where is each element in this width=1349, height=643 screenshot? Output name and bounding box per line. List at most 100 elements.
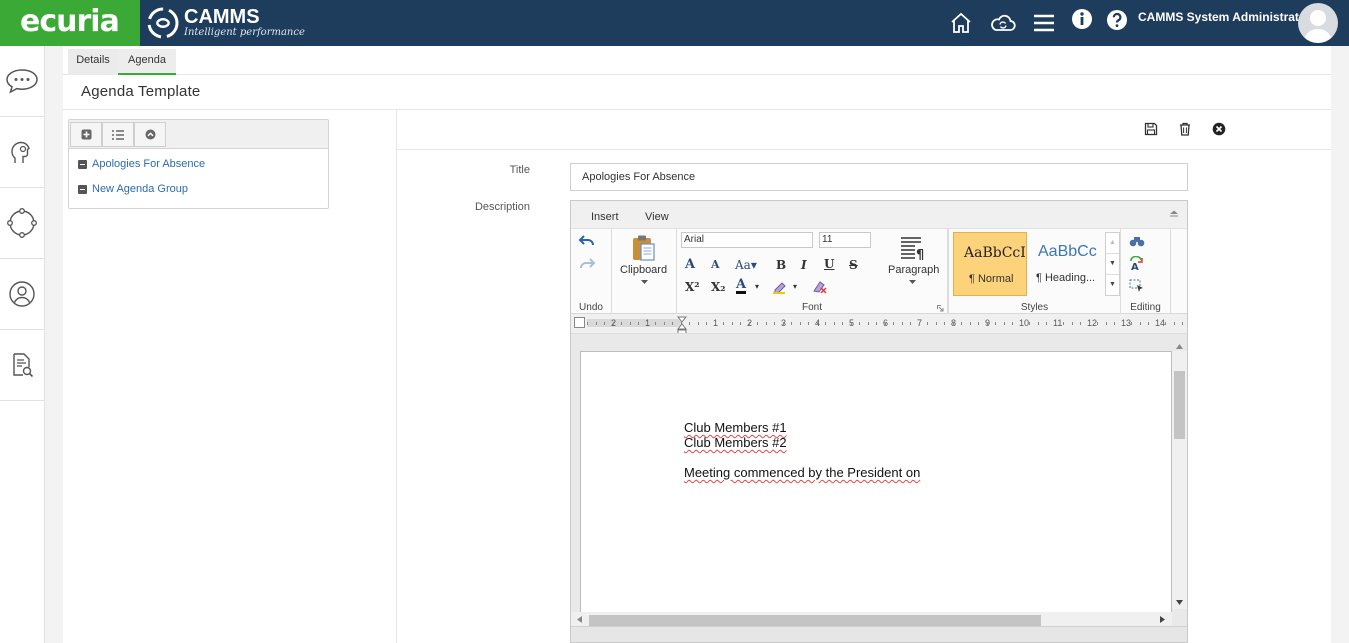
rail-chat[interactable] [0,46,44,117]
cloud-sync-icon[interactable] [989,11,1017,35]
document-page[interactable]: Club Members #1 Club Members #2 Meeting … [580,351,1172,614]
ruler-tick-mark [680,322,682,325]
tree-item[interactable]: New Agenda Group [78,183,188,195]
paragraph-label[interactable]: Paragraph [888,264,939,276]
change-case-icon[interactable]: Aa▾ [735,258,757,272]
ruler-tick-mark [1012,322,1013,325]
font-color-icon[interactable]: A [736,278,747,294]
superscript-icon[interactable]: X² [685,280,700,294]
collapse-up-button[interactable] [134,122,166,147]
ruler-tick-mark [910,322,911,325]
strikethrough-icon[interactable]: S [849,258,858,272]
scroll-up-arrow-icon[interactable] [1176,344,1183,349]
document-line[interactable]: Club Members #2 [684,435,787,450]
scroll-right-arrow-icon[interactable] [1160,616,1165,623]
rail-profile[interactable] [0,259,44,330]
scroll-up-icon[interactable]: ▲ [1106,233,1119,254]
menu-icon[interactable] [1032,11,1056,35]
more-styles-icon[interactable]: ▼ [1106,275,1119,295]
grow-font-icon[interactable]: A [685,257,695,272]
highlight-dropdown-icon[interactable]: ▾ [793,282,797,291]
ruler-tick-mark [1046,322,1047,325]
clear-formatting-icon[interactable] [812,279,828,295]
document-line[interactable]: Club Members #1 [684,420,787,435]
font-color-dropdown-icon[interactable]: ▾ [755,282,759,291]
tree-item-label[interactable]: Apologies For Absence [92,158,205,170]
redo-icon[interactable] [578,257,596,271]
shrink-font-icon[interactable]: A [711,258,720,271]
home-icon[interactable] [949,11,973,35]
save-icon[interactable] [1144,122,1158,136]
ruler-tick-mark [876,322,877,325]
tab-details[interactable]: Details [68,49,118,75]
bold-icon[interactable]: B [776,258,786,272]
ruler-tick-mark [774,322,775,325]
scroll-left-arrow-icon[interactable] [577,616,582,623]
scroll-down-icon[interactable]: ▼ [1106,254,1119,275]
styles-scroller[interactable]: ▲ ▼ ▼ [1105,232,1120,296]
info-icon[interactable] [1071,8,1093,30]
ruler-tick-mark [986,322,988,325]
editing-group-label: Editing [1130,302,1161,313]
title-input[interactable] [570,163,1188,191]
help-icon[interactable] [1106,9,1128,31]
clipboard-label[interactable]: Clipboard [620,264,667,276]
ruler-tick-mark [867,322,869,325]
style-normal[interactable]: AaBbCcI ¶ Normal [953,232,1027,296]
highlight-icon[interactable] [772,279,788,295]
action-bar [397,110,1331,150]
close-circle-icon[interactable] [1212,122,1226,136]
font-dialog-launcher-icon[interactable] [937,305,944,312]
rail-cycle[interactable] [0,188,44,259]
collapse-ribbon-icon[interactable] [1169,208,1179,217]
ecuria-logo[interactable]: ecuria [0,0,140,46]
ruler-tick-mark [672,322,673,325]
subscript-icon[interactable]: X₂ [711,280,726,294]
chevron-down-icon[interactable] [909,280,916,285]
ribbon-tabs: Insert View [571,201,1187,228]
editing-group: A Editing [1121,229,1171,315]
delete-icon[interactable] [1178,122,1192,136]
svg-text:¶: ¶ [916,248,924,261]
list-icon [112,129,124,140]
ruler[interactable]: 2 1 1 2 3 4 5 6 7 8 9 10 11 12 13 14 [571,314,1187,334]
select-icon[interactable] [1129,279,1145,293]
paste-icon[interactable] [631,234,657,262]
ribbon-tab-insert[interactable]: Insert [591,211,619,223]
ruler-tick-mark [1105,322,1107,325]
list-view-button[interactable] [102,122,134,147]
collapse-icon[interactable] [78,184,87,194]
horizontal-scroll-thumb[interactable] [589,615,1041,626]
rail-document-search[interactable] [0,330,44,401]
tree-item-label[interactable]: New Agenda Group [92,183,188,195]
style-preview: AaBbCc [1038,243,1097,260]
rail-settings-head[interactable] [0,117,44,188]
font-name-input[interactable]: Arial [681,232,813,248]
add-item-button[interactable] [70,122,102,147]
find-icon[interactable] [1129,234,1145,248]
paragraph-icon[interactable]: ¶ [900,235,926,261]
ruler-tick-mark [706,322,707,325]
undo-group-label: Undo [579,302,603,313]
ribbon-tab-view[interactable]: View [645,211,669,223]
vertical-scroll-thumb[interactable] [1174,371,1185,439]
avatar[interactable] [1298,3,1338,43]
replace-icon[interactable]: A [1129,256,1145,272]
user-name[interactable]: CAMMS System Administrator1 [1138,10,1318,24]
style-heading[interactable]: AaBbCc ¶ Heading... [1029,232,1104,296]
tree-item[interactable]: Apologies For Absence [78,158,205,170]
underline-icon[interactable]: U [824,257,834,271]
tab-agenda[interactable]: Agenda [118,49,176,75]
ruler-tick-mark [944,322,945,325]
collapse-icon[interactable] [78,159,87,169]
font-size-input[interactable]: 11 [819,232,871,248]
document-line[interactable]: Meeting commenced by the President on [684,465,920,480]
undo-icon[interactable] [578,234,596,248]
ruler-tick-mark [1029,322,1030,325]
styles-group: AaBbCcI ¶ Normal AaBbCc ¶ Heading... ▲ ▼… [948,229,1121,315]
scroll-down-arrow-icon[interactable] [1176,600,1183,605]
style-name: ¶ Normal [969,273,1014,285]
chevron-down-icon[interactable] [641,280,648,285]
style-preview: AaBbCcI [964,245,1026,261]
italic-icon[interactable]: I [801,258,807,272]
